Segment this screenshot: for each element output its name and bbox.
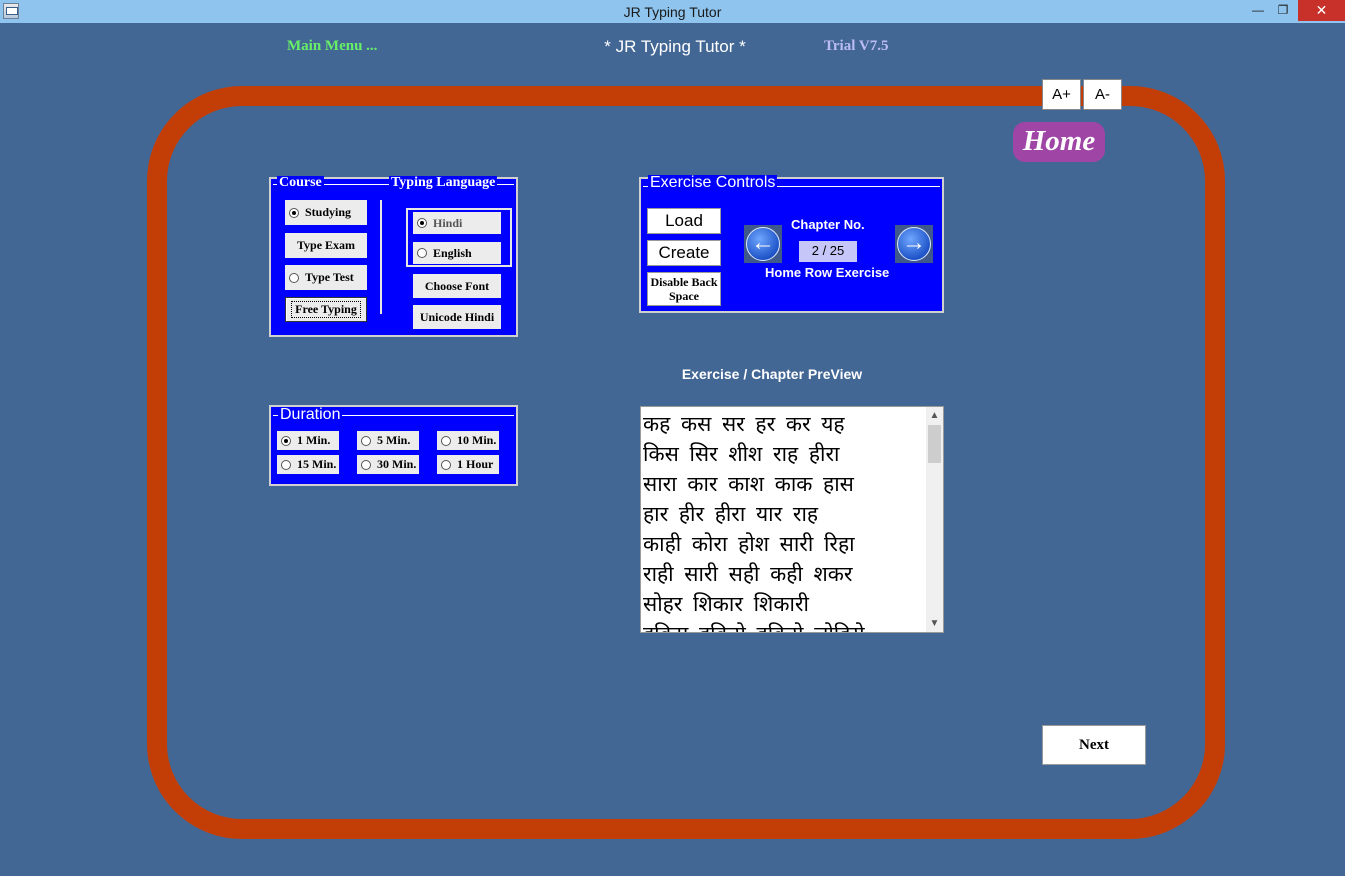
- language-option-label: English: [433, 245, 472, 260]
- duration-panel: Duration 1 Min. 5 Min. 10 Min. 15 Min. 3…: [269, 405, 518, 486]
- chapter-preview-box[interactable]: कह कस सर हर कर यह किस सिर शीश राह हीरा स…: [640, 406, 944, 633]
- chapter-preview-text: कह कस सर हर कर यह किस सिर शीश राह हीरा स…: [643, 412, 865, 632]
- divider: [380, 200, 382, 314]
- exercise-controls-panel: Exercise Controls Load Create Disable Ba…: [639, 174, 944, 313]
- course-option-free-typing[interactable]: Free Typing: [285, 297, 367, 322]
- exercise-name: Home Row Exercise: [765, 265, 890, 280]
- radio-icon: [361, 459, 371, 470]
- language-option-english[interactable]: English: [413, 242, 501, 264]
- duration-option-30-min[interactable]: 30 Min.: [357, 455, 419, 474]
- radio-icon: [441, 435, 451, 446]
- scroll-down-icon[interactable]: ▼: [926, 615, 943, 632]
- font-increase-button[interactable]: A+: [1042, 79, 1081, 110]
- main-menu-link[interactable]: Main Menu ...: [287, 38, 377, 55]
- disable-backspace-button[interactable]: Disable Back Space: [647, 272, 721, 306]
- duration-option-1-hour[interactable]: 1 Hour: [437, 455, 499, 474]
- duration-option-1-min[interactable]: 1 Min.: [277, 431, 339, 450]
- next-button[interactable]: Next: [1042, 725, 1146, 765]
- duration-option-10-min[interactable]: 10 Min.: [437, 431, 499, 450]
- duration-option-label: 10 Min.: [457, 433, 497, 447]
- radio-icon: [441, 459, 451, 470]
- course-option-type-test[interactable]: Type Test: [285, 265, 367, 290]
- next-chapter-button[interactable]: →: [895, 225, 933, 263]
- scroll-up-icon[interactable]: ▲: [926, 407, 943, 424]
- course-option-label: Type Exam: [296, 238, 356, 252]
- radio-selected-icon: [289, 207, 299, 218]
- language-option-hindi[interactable]: Hindi: [413, 212, 501, 234]
- arrow-left-icon: ←: [746, 227, 780, 261]
- course-legend: Course: [277, 175, 324, 190]
- language-option-label: Hindi: [433, 215, 463, 230]
- close-button[interactable]: ✕: [1298, 0, 1345, 21]
- restore-button[interactable]: ❐: [1272, 0, 1294, 21]
- course-option-label: Type Test: [305, 270, 354, 284]
- preview-scrollbar[interactable]: ▲ ▼: [926, 407, 943, 632]
- course-option-label: Studying: [305, 205, 352, 219]
- unicode-hindi-button[interactable]: Unicode Hindi: [413, 305, 501, 329]
- radio-selected-icon: [417, 218, 427, 228]
- font-decrease-button[interactable]: A-: [1083, 79, 1122, 110]
- radio-icon: [417, 248, 427, 258]
- choose-font-button[interactable]: Choose Font: [413, 274, 501, 298]
- chapter-count: 2 / 25: [799, 241, 857, 262]
- radio-icon: [281, 459, 291, 470]
- load-button[interactable]: Load: [647, 208, 721, 234]
- course-option-type-exam[interactable]: Type Exam: [285, 233, 367, 258]
- radio-icon: [289, 272, 299, 283]
- arrow-right-icon: →: [897, 227, 931, 261]
- course-option-studying[interactable]: Studying: [285, 200, 367, 225]
- duration-option-label: 30 Min.: [377, 457, 417, 471]
- course-panel: Course Typing Language Studying Type Exa…: [269, 175, 518, 337]
- course-option-label: Free Typing: [291, 301, 361, 318]
- duration-option-label: 5 Min.: [377, 433, 411, 447]
- duration-option-label: 1 Hour: [457, 457, 494, 471]
- chapter-label: Chapter No.: [791, 217, 865, 232]
- radio-selected-icon: [281, 435, 291, 446]
- previous-chapter-button[interactable]: ←: [744, 225, 782, 263]
- preview-title: Exercise / Chapter PreView: [681, 366, 863, 382]
- scroll-thumb[interactable]: [928, 425, 941, 463]
- duration-option-label: 1 Min.: [297, 433, 331, 447]
- exercise-controls-legend: Exercise Controls: [648, 174, 778, 191]
- radio-icon: [361, 435, 371, 446]
- duration-option-15-min[interactable]: 15 Min.: [277, 455, 339, 474]
- window-titlebar: JR Typing Tutor — ❐ ✕: [0, 0, 1345, 23]
- duration-option-5-min[interactable]: 5 Min.: [357, 431, 419, 450]
- home-button[interactable]: Home: [1013, 122, 1105, 162]
- minimize-button[interactable]: —: [1247, 0, 1269, 21]
- app-heading: * JR Typing Tutor *: [604, 37, 746, 56]
- typing-language-legend: Typing Language: [389, 175, 498, 190]
- window-title: JR Typing Tutor: [623, 4, 722, 20]
- edition-label: Trial V7.5: [824, 38, 889, 54]
- create-button[interactable]: Create: [647, 240, 721, 266]
- duration-legend: Duration: [278, 406, 343, 423]
- duration-option-label: 15 Min.: [297, 457, 337, 471]
